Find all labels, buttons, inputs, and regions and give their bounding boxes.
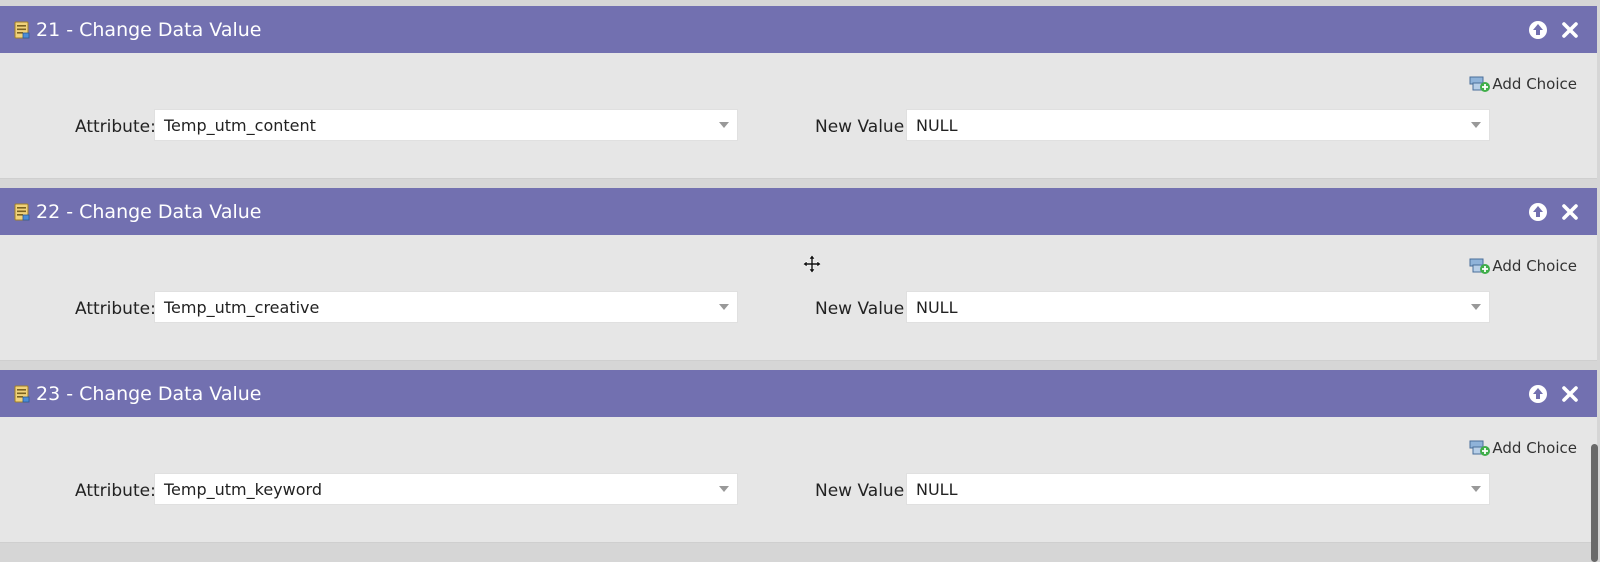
attribute-value: Temp_utm_content (164, 116, 316, 135)
move-up-icon[interactable] (1526, 382, 1550, 406)
close-icon[interactable] (1558, 200, 1582, 224)
add-choice-icon (1469, 440, 1491, 456)
new-value-value: NULL (916, 298, 958, 317)
flow-step-1: 21 - Change Data Value Add Choice Attrib… (0, 6, 1597, 179)
move-up-icon[interactable] (1526, 200, 1550, 224)
flow-step-icon (14, 385, 30, 403)
new-value-value: NULL (916, 116, 958, 135)
attribute-select[interactable]: Temp_utm_keyword (154, 473, 738, 505)
attribute-select[interactable]: Temp_utm_content (154, 109, 738, 141)
add-choice-icon (1469, 258, 1491, 274)
add-choice-label: Add Choice (1492, 257, 1577, 275)
add-choice-label: Add Choice (1492, 439, 1577, 457)
attribute-label: Attribute: (75, 481, 156, 501)
new-value-label: New Value: (815, 299, 910, 319)
chevron-down-icon[interactable] (719, 122, 729, 128)
flow-step-icon (14, 203, 30, 221)
attribute-value: Temp_utm_creative (164, 298, 320, 317)
chevron-down-icon[interactable] (1471, 304, 1481, 310)
step-body: Add Choice Attribute: Temp_utm_creative … (0, 235, 1597, 361)
new-value-select[interactable]: NULL (906, 473, 1490, 505)
add-choice-button[interactable]: Add Choice (1469, 436, 1577, 460)
flow-steps-list: 21 - Change Data Value Add Choice Attrib… (0, 6, 1597, 552)
scrollbar-thumb[interactable] (1591, 444, 1598, 562)
new-value-select[interactable]: NULL (906, 291, 1490, 323)
chevron-down-icon[interactable] (1471, 122, 1481, 128)
move-up-icon[interactable] (1526, 18, 1550, 42)
close-icon[interactable] (1558, 18, 1582, 42)
close-icon[interactable] (1558, 382, 1582, 406)
move-cursor-icon (803, 255, 821, 273)
attribute-select[interactable]: Temp_utm_creative (154, 291, 738, 323)
chevron-down-icon[interactable] (719, 304, 729, 310)
flow-step-3: 23 - Change Data Value Add Choice Attrib… (0, 370, 1597, 543)
step-header[interactable]: 22 - Change Data Value (0, 188, 1597, 235)
chevron-down-icon[interactable] (719, 486, 729, 492)
flow-step-icon (14, 21, 30, 39)
attribute-value: Temp_utm_keyword (164, 480, 322, 499)
step-title: 22 - Change Data Value (36, 201, 262, 223)
new-value-label: New Value: (815, 481, 910, 501)
step-title: 23 - Change Data Value (36, 383, 262, 405)
attribute-label: Attribute: (75, 299, 156, 319)
step-title: 21 - Change Data Value (36, 19, 262, 41)
attribute-label: Attribute: (75, 117, 156, 137)
add-choice-button[interactable]: Add Choice (1469, 72, 1577, 96)
new-value-value: NULL (916, 480, 958, 499)
step-header[interactable]: 21 - Change Data Value (0, 6, 1597, 53)
step-body: Add Choice Attribute: Temp_utm_keyword N… (0, 417, 1597, 543)
add-choice-icon (1469, 76, 1491, 92)
new-value-select[interactable]: NULL (906, 109, 1490, 141)
new-value-label: New Value: (815, 117, 910, 137)
chevron-down-icon[interactable] (1471, 486, 1481, 492)
add-choice-label: Add Choice (1492, 75, 1577, 93)
step-body: Add Choice Attribute: Temp_utm_content N… (0, 53, 1597, 179)
step-header[interactable]: 23 - Change Data Value (0, 370, 1597, 417)
add-choice-button[interactable]: Add Choice (1469, 254, 1577, 278)
flow-step-2: 22 - Change Data Value Add Choice Attrib… (0, 188, 1597, 361)
